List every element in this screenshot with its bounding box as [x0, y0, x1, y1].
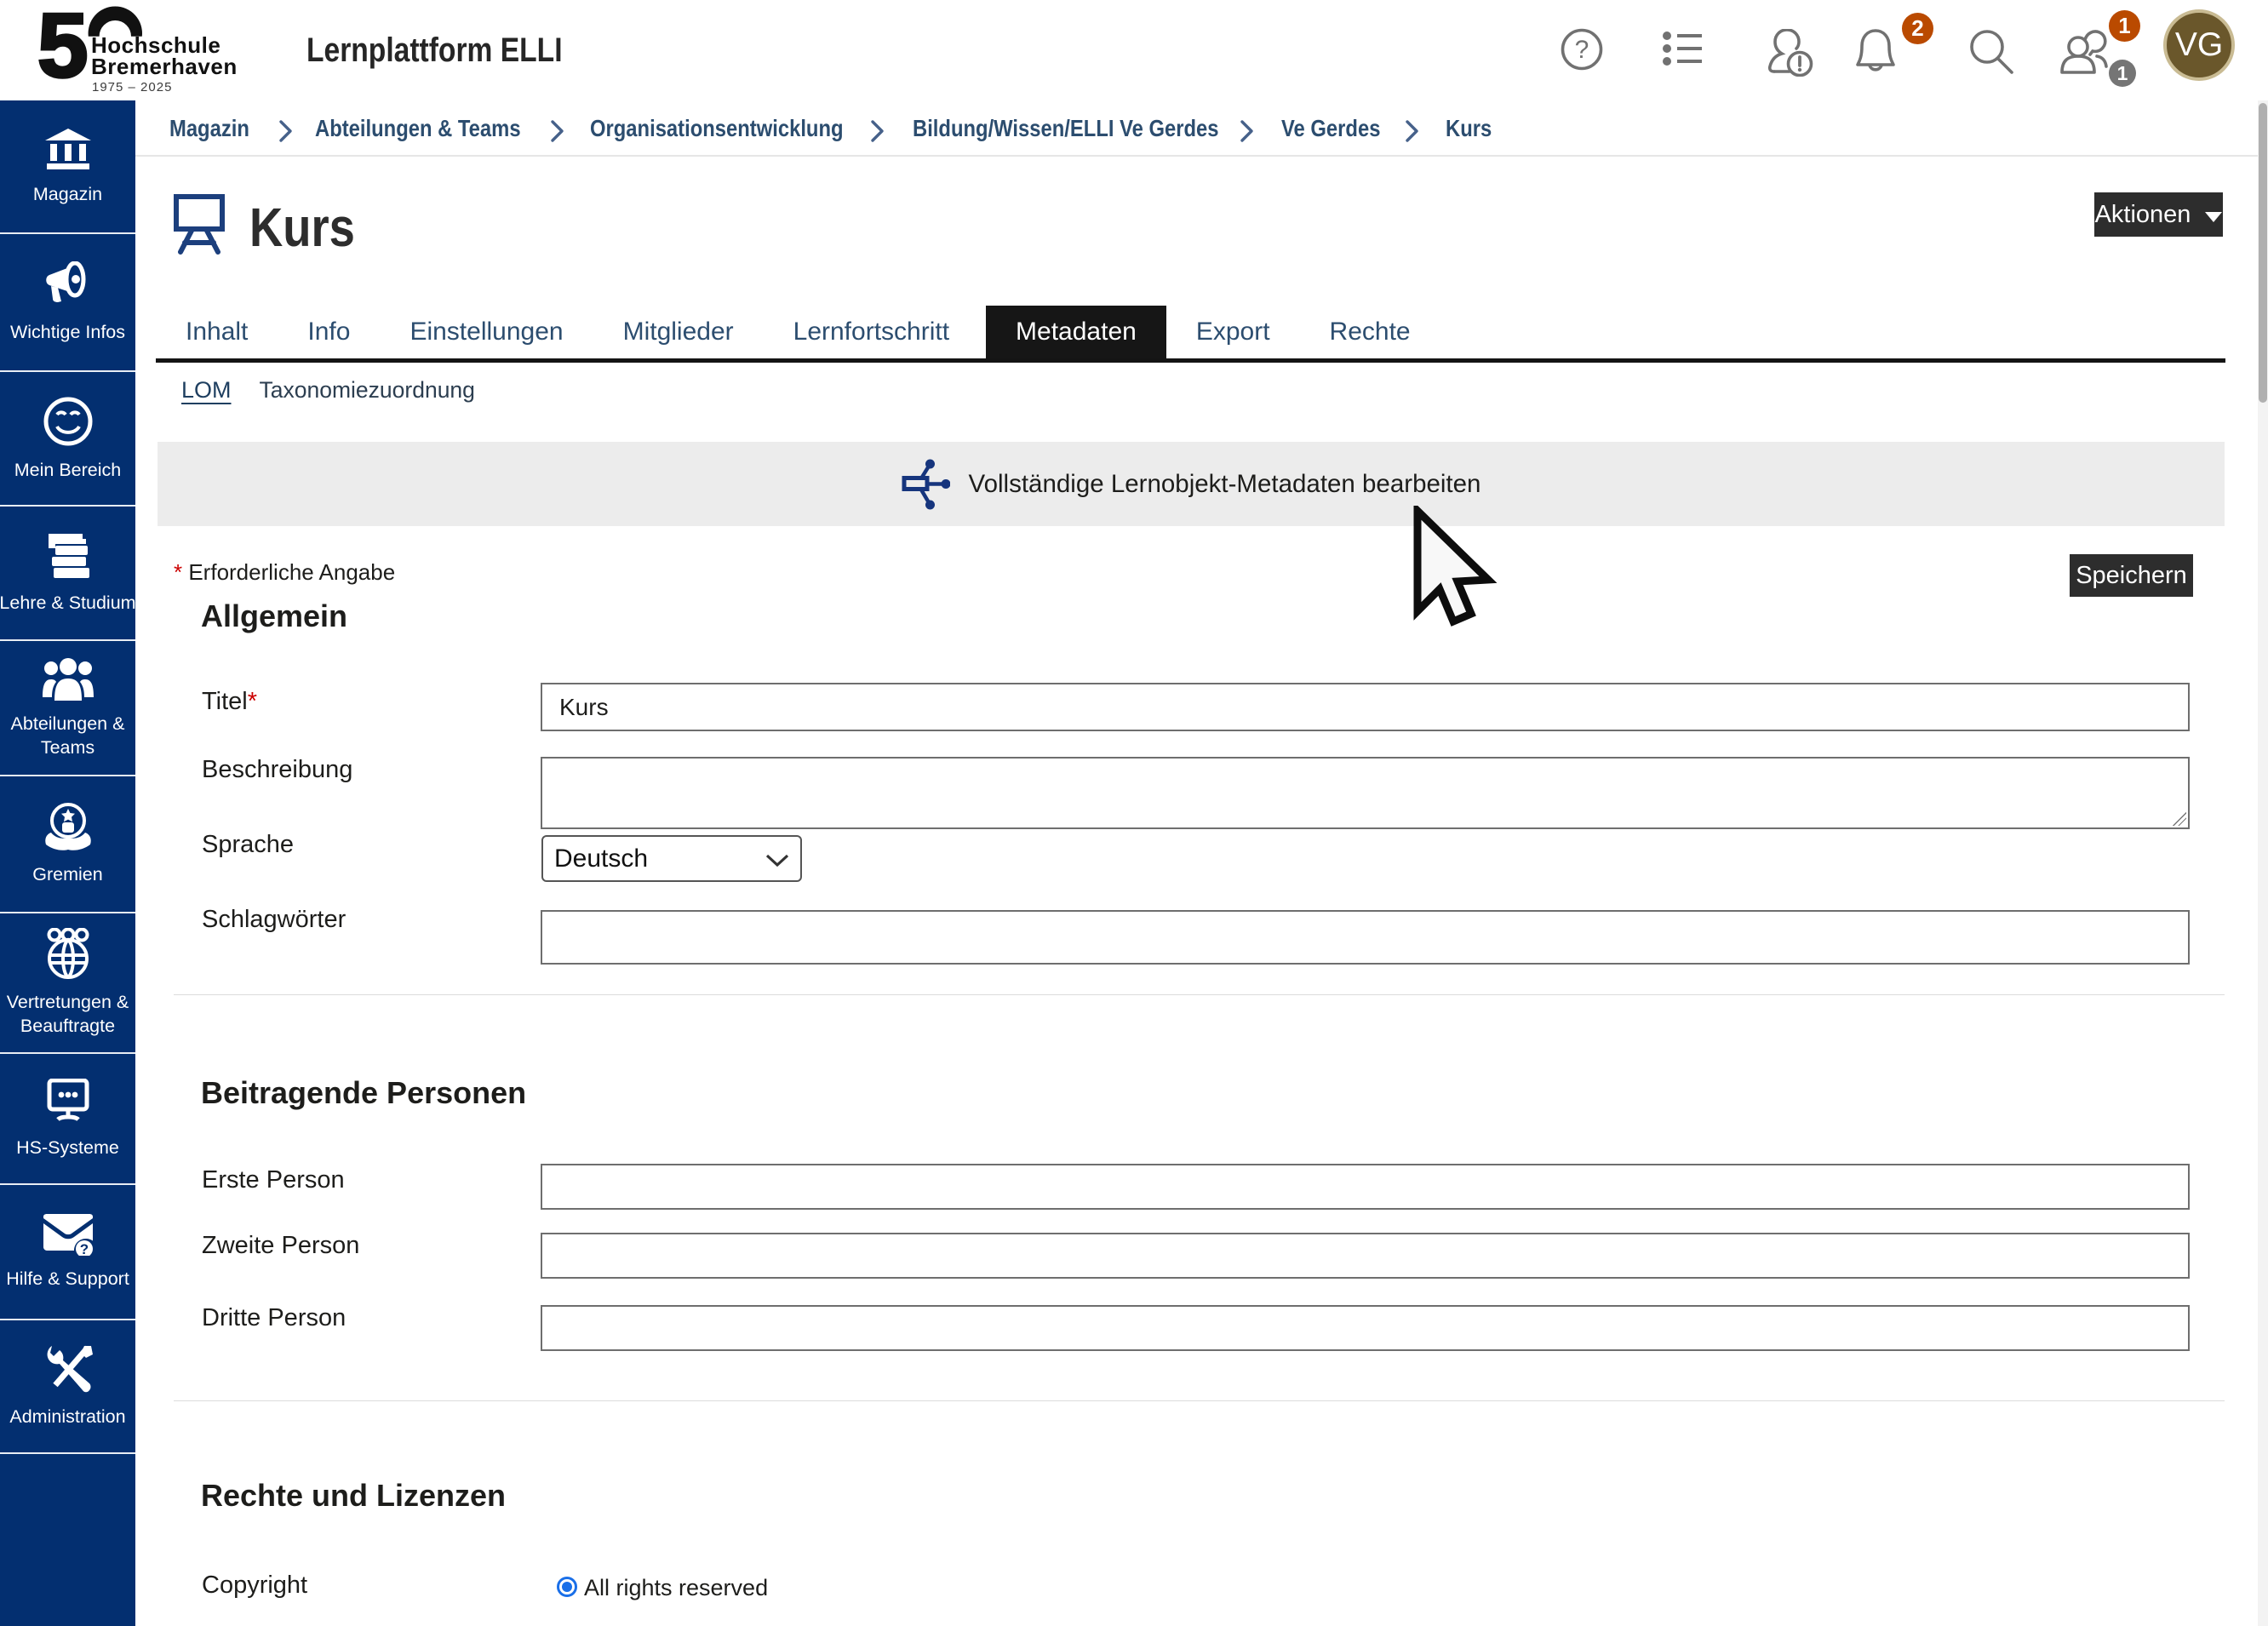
svg-text:?: ?: [79, 1241, 88, 1256]
svg-text:?: ?: [1575, 36, 1589, 64]
